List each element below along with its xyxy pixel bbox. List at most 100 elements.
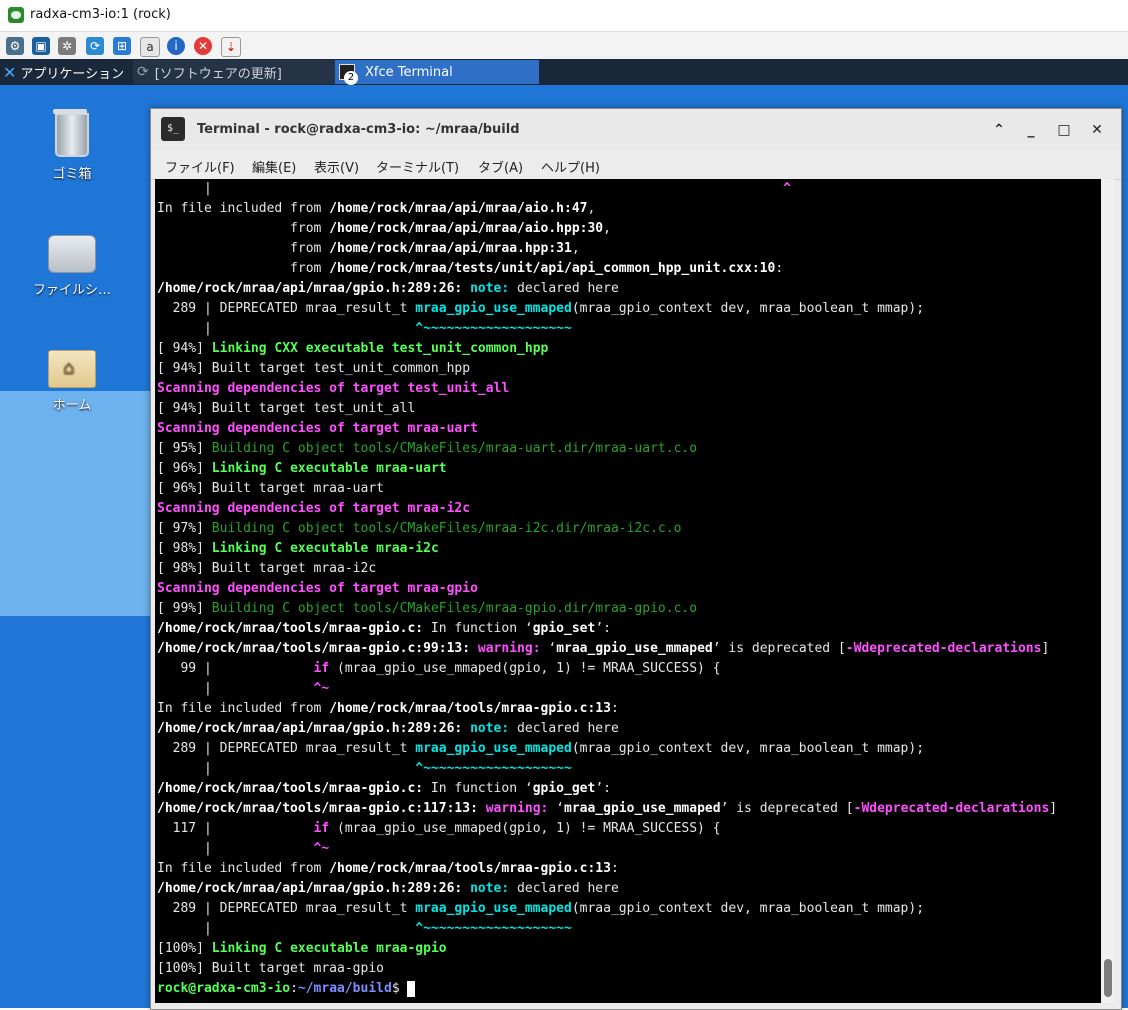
- terminal-screen[interactable]: | ^ In file included from /home/rock/mraa…: [155, 179, 1101, 1003]
- terminal-line: | ^~~~~~~~~~~~~~~~~~~~: [157, 319, 1101, 339]
- menu-terminal[interactable]: ターミナル(T): [376, 157, 459, 176]
- terminal-text: if: [313, 661, 330, 676]
- terminal-line: [ 95%] Building C object tools/CMakeFile…: [157, 439, 1101, 459]
- terminal-text: Scanning dependencies of target mraa-gpi…: [157, 581, 478, 596]
- terminal-text: declared here: [509, 721, 619, 736]
- prompt-separator: :: [290, 981, 298, 996]
- terminal-text: ‘: [548, 801, 565, 816]
- terminal-text: /home/rock/mraa/tools/mraa-gpio.c:117:13…: [157, 801, 486, 816]
- terminal-line: /home/rock/mraa/api/mraa/gpio.h:289:26: …: [157, 719, 1101, 739]
- info-icon[interactable]: i: [167, 37, 185, 55]
- desktop-icon-trash[interactable]: ゴミ箱: [17, 109, 127, 182]
- terminal-text: /home/rock/mraa/api/mraa.hpp:31: [329, 241, 572, 256]
- terminal-text: ^: [783, 181, 791, 196]
- terminal-text: In file included from: [157, 861, 330, 876]
- terminal-text: ’ is deprecated [: [712, 641, 846, 656]
- terminal-text: gpio_get: [532, 781, 596, 796]
- terminal-scrollbar[interactable]: [1101, 179, 1115, 1003]
- terminal-text: from: [157, 221, 330, 236]
- fullscreen-icon[interactable]: ▣: [32, 37, 50, 55]
- terminal-text: from: [157, 241, 330, 256]
- terminal-line: [ 98%] Linking C executable mraa-i2c: [157, 539, 1101, 559]
- terminal-line: /home/rock/mraa/api/mraa/gpio.h:289:26: …: [157, 879, 1101, 899]
- terminal-text: note:: [470, 721, 510, 736]
- refresh-icon[interactable]: ⟳: [86, 37, 104, 55]
- terminal-text: 289 | DEPRECATED mraa_result_t: [157, 901, 416, 916]
- terminal-text: Scanning dependencies of target mraa-i2c: [157, 501, 471, 516]
- options-icon[interactable]: ⚙: [6, 37, 24, 55]
- ctrl-alt-del-icon[interactable]: a: [140, 37, 160, 57]
- terminal-text: ’:: [595, 621, 611, 636]
- terminal-text: In function ‘: [423, 621, 533, 636]
- terminal-text: /home/rock/mraa/api/mraa/aio.h:47: [329, 201, 588, 216]
- maximize-button[interactable]: □: [1054, 120, 1074, 140]
- terminal-text: /home/rock/mraa/tools/mraa-gpio.c:13: [329, 701, 611, 716]
- terminal-text: gpio_set: [532, 621, 596, 636]
- terminal-text: [ 94%] Built target test_unit_all: [157, 401, 416, 416]
- terminal-text: |: [157, 681, 314, 696]
- terminal-text: [ 99%]: [157, 601, 212, 616]
- terminal-text: mraa_gpio_use_mmaped: [415, 901, 572, 916]
- terminal-line: Scanning dependencies of target mraa-i2c: [157, 499, 1101, 519]
- drive-icon: [48, 235, 96, 273]
- task-terminal[interactable]: 2 Xfce Terminal: [335, 60, 539, 85]
- vnc-title-bar: radxa-cm3-io:1 (rock): [0, 0, 1128, 32]
- shade-button[interactable]: ⌃: [989, 120, 1009, 140]
- terminal-text: 289 | DEPRECATED mraa_result_t: [157, 741, 416, 756]
- terminal-text: In file included from: [157, 701, 330, 716]
- applications-menu[interactable]: ✕ アプリケーション: [0, 59, 124, 85]
- scrollbar-thumb[interactable]: [1104, 959, 1112, 997]
- terminal-text: Linking C executable mraa-i2c: [211, 541, 439, 556]
- terminal-text: [100%]: [157, 941, 212, 956]
- terminal-text: /home/rock/mraa/tests/unit/api/api_commo…: [329, 261, 776, 276]
- vnc-window-title: radxa-cm3-io:1 (rock): [30, 7, 171, 22]
- terminal-text: :: [775, 261, 784, 276]
- terminal-text: |: [157, 321, 416, 336]
- terminal-text: 117 |: [157, 821, 314, 836]
- desktop-icon-filesystem[interactable]: ファイルシ…: [17, 235, 127, 298]
- desktop-highlight: [0, 391, 160, 616]
- terminal-line: 289 | DEPRECATED mraa_result_t mraa_gpio…: [157, 299, 1101, 319]
- menu-help[interactable]: ヘルプ(H): [541, 157, 600, 176]
- terminal-text: (mraa_gpio_context dev, mraa_boolean_t m…: [571, 741, 925, 756]
- refresh-icon: ⟳: [137, 64, 149, 80]
- terminal-text: /home/rock/mraa/tools/mraa-gpio.c:99:13:: [157, 641, 478, 656]
- settings-icon[interactable]: ✲: [58, 37, 76, 55]
- transfer-icon[interactable]: ⇣: [221, 37, 241, 57]
- terminal-prompt: rock@radxa-cm3-io:~/mraa/build$: [157, 979, 1101, 999]
- terminal-line: Scanning dependencies of target mraa-gpi…: [157, 579, 1101, 599]
- close-button[interactable]: ✕: [1087, 120, 1107, 140]
- terminal-text: note:: [470, 881, 510, 896]
- terminal-text: mraa_gpio_use_mmaped: [415, 301, 572, 316]
- menu-tabs[interactable]: タブ(A): [478, 157, 523, 176]
- windows-key-icon[interactable]: ⊞: [113, 37, 131, 55]
- terminal-text: -Wdeprecated-declarations: [845, 641, 1042, 656]
- desktop-icon-label: ゴミ箱: [52, 167, 92, 182]
- terminal-line: [ 99%] Building C object tools/CMakeFile…: [157, 599, 1101, 619]
- terminal-text: 289 | DEPRECATED mraa_result_t: [157, 301, 416, 316]
- home-folder-icon: [48, 350, 96, 388]
- terminal-text: (mraa_gpio_use_mmaped(gpio, 1) != MRAA_S…: [329, 821, 721, 836]
- trash-icon: [53, 109, 89, 157]
- terminal-text: |: [157, 181, 784, 196]
- terminal-text: [ 94%] Built target test_unit_common_hpp: [157, 361, 471, 376]
- menu-view[interactable]: 表示(V): [314, 157, 359, 176]
- minimize-button[interactable]: _: [1021, 120, 1041, 140]
- menu-edit[interactable]: 編集(E): [252, 157, 296, 176]
- terminal-line: 117 | if (mraa_gpio_use_mmaped(gpio, 1) …: [157, 819, 1101, 839]
- terminal-text: Linking C executable mraa-uart: [211, 461, 447, 476]
- disconnect-icon[interactable]: ✕: [194, 37, 212, 55]
- terminal-titlebar[interactable]: $_ Terminal - rock@radxa-cm3-io: ~/mraa/…: [151, 109, 1121, 151]
- terminal-text: Linking CXX executable test_unit_common_…: [211, 341, 549, 356]
- terminal-line: [100%] Linking C executable mraa-gpio: [157, 939, 1101, 959]
- terminal-text: Linking C executable mraa-gpio: [211, 941, 447, 956]
- terminal-text: 99 |: [157, 661, 314, 676]
- text-cursor: [407, 980, 416, 997]
- terminal-text: /home/rock/mraa/tools/mraa-gpio.c:: [157, 781, 424, 796]
- terminal-line: from /home/rock/mraa/api/mraa.hpp:31,: [157, 239, 1101, 259]
- desktop-icon-home[interactable]: ホーム: [17, 350, 127, 413]
- task-software-update[interactable]: ⟳ [ソフトウェアの更新]: [133, 60, 337, 84]
- terminal-text: In file included from: [157, 201, 330, 216]
- terminal-line: Scanning dependencies of target test_uni…: [157, 379, 1101, 399]
- menu-file[interactable]: ファイル(F): [165, 157, 235, 176]
